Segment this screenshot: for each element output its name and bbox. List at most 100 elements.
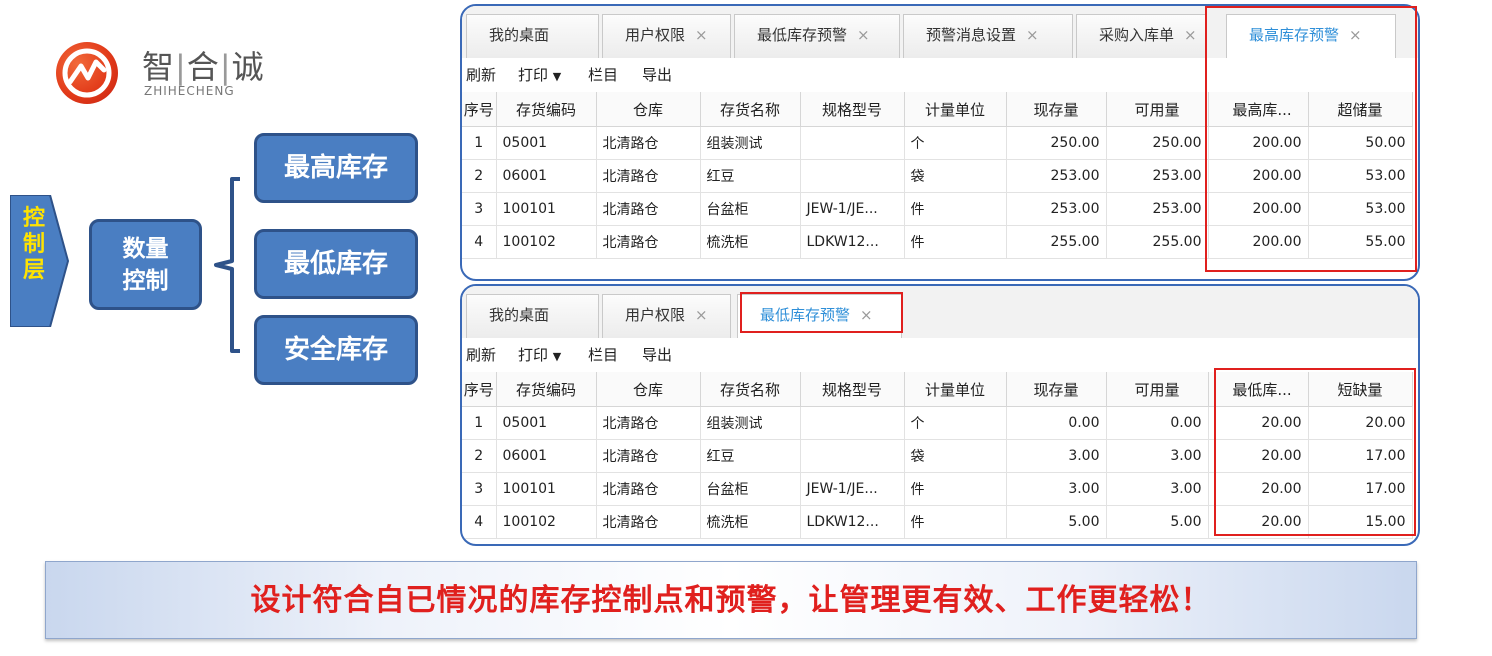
table-cell: LDKW12... bbox=[800, 505, 905, 539]
table-cell: 5.00 bbox=[1006, 505, 1107, 539]
safety-stock-box: 安全库存 bbox=[254, 315, 418, 385]
column-header[interactable]: 现存量 bbox=[1006, 92, 1107, 127]
table-cell: 255.00 bbox=[1006, 225, 1107, 259]
table-cell: 北清路仓 bbox=[596, 406, 701, 440]
table-row[interactable]: 2 06001 北清路仓 红豆 袋 253.00 253.00 200.00 5… bbox=[462, 159, 1413, 193]
table-cell: 3.00 bbox=[1006, 439, 1107, 473]
close-icon[interactable]: × bbox=[1184, 26, 1197, 44]
tab-max-stock-warning[interactable]: 最高库存预警 × bbox=[1226, 14, 1396, 58]
tab-purchase-receipt[interactable]: 采购入库单 × bbox=[1076, 14, 1206, 58]
column-header[interactable]: 存货名称 bbox=[700, 92, 801, 127]
table-cell: LDKW12... bbox=[800, 225, 905, 259]
column-header[interactable]: 存货编码 bbox=[496, 372, 597, 407]
table-cell: 2 bbox=[462, 159, 497, 193]
column-header[interactable]: 规格型号 bbox=[800, 92, 905, 127]
column-header[interactable]: 存货编码 bbox=[496, 92, 597, 127]
table-header-row: 序号 存货编码 仓库 存货名称 规格型号 计量单位 现存量 可用量 最高库...… bbox=[462, 92, 1413, 127]
columns-button[interactable]: 栏目 bbox=[588, 338, 618, 372]
table-cell: 5.00 bbox=[1106, 505, 1209, 539]
table-cell: 200.00 bbox=[1208, 126, 1309, 160]
tab-my-desktop[interactable]: 我的桌面 bbox=[466, 294, 599, 338]
column-header[interactable]: 仓库 bbox=[596, 372, 701, 407]
column-header[interactable]: 仓库 bbox=[596, 92, 701, 127]
column-header[interactable]: 现存量 bbox=[1006, 372, 1107, 407]
table-cell: 0.00 bbox=[1006, 406, 1107, 440]
column-header[interactable]: 超储量 bbox=[1308, 92, 1413, 127]
table-cell: 100102 bbox=[496, 225, 597, 259]
table-cell: 255.00 bbox=[1106, 225, 1209, 259]
table-cell: 3 bbox=[462, 192, 497, 226]
table-cell: 50.00 bbox=[1308, 126, 1413, 160]
table-row[interactable]: 3 100101 北清路仓 台盆柜 JEW-1/JE... 件 253.00 2… bbox=[462, 192, 1413, 226]
table-cell: 梳洗柜 bbox=[700, 505, 801, 539]
table-row[interactable]: 2 06001 北清路仓 红豆 袋 3.00 3.00 20.00 17.00 bbox=[462, 439, 1413, 473]
table-cell: 06001 bbox=[496, 159, 597, 193]
column-header[interactable]: 规格型号 bbox=[800, 372, 905, 407]
table-row[interactable]: 1 05001 北清路仓 组装测试 个 0.00 0.00 20.00 20.0… bbox=[462, 406, 1413, 440]
refresh-button[interactable]: 刷新 bbox=[466, 58, 496, 92]
table-cell: 05001 bbox=[496, 406, 597, 440]
table-cell: 组装测试 bbox=[700, 406, 801, 440]
tab-my-desktop[interactable]: 我的桌面 bbox=[466, 14, 599, 58]
table-cell bbox=[800, 126, 905, 160]
refresh-button[interactable]: 刷新 bbox=[466, 338, 496, 372]
close-icon[interactable]: × bbox=[1349, 26, 1362, 44]
table-cell: 100102 bbox=[496, 505, 597, 539]
table-cell: 55.00 bbox=[1308, 225, 1413, 259]
table-row[interactable]: 4 100102 北清路仓 梳洗柜 LDKW12... 件 255.00 255… bbox=[462, 225, 1413, 259]
table-cell: 件 bbox=[904, 505, 1007, 539]
columns-button[interactable]: 栏目 bbox=[588, 58, 618, 92]
print-button[interactable]: 打印 ▼ bbox=[518, 58, 561, 94]
table-cell: 0.00 bbox=[1106, 406, 1209, 440]
column-header[interactable]: 短缺量 bbox=[1308, 372, 1413, 407]
column-header[interactable]: 计量单位 bbox=[904, 372, 1007, 407]
column-header[interactable]: 序号 bbox=[462, 372, 497, 407]
close-icon[interactable]: × bbox=[695, 26, 708, 44]
table-cell: 台盆柜 bbox=[700, 472, 801, 506]
tab-user-permissions[interactable]: 用户权限 × bbox=[602, 14, 731, 58]
table-cell: 20.00 bbox=[1208, 406, 1309, 440]
chevron-down-icon: ▼ bbox=[552, 70, 562, 83]
export-button[interactable]: 导出 bbox=[642, 58, 672, 92]
column-header[interactable]: 最低库... bbox=[1208, 372, 1309, 407]
table-row[interactable]: 1 05001 北清路仓 组装测试 个 250.00 250.00 200.00… bbox=[462, 126, 1413, 160]
table-cell: 件 bbox=[904, 192, 1007, 226]
column-header[interactable]: 最高库... bbox=[1208, 92, 1309, 127]
tab-min-stock-warning[interactable]: 最低库存预警 × bbox=[734, 14, 900, 58]
close-icon[interactable]: × bbox=[695, 306, 708, 324]
table-row[interactable]: 3 100101 北清路仓 台盆柜 JEW-1/JE... 件 3.00 3.0… bbox=[462, 472, 1413, 506]
close-icon[interactable]: × bbox=[860, 306, 873, 324]
table-row[interactable]: 4 100102 北清路仓 梳洗柜 LDKW12... 件 5.00 5.00 … bbox=[462, 505, 1413, 539]
toolbar: 刷新 打印 ▼ 栏目 导出 bbox=[462, 338, 1418, 372]
table-cell: 200.00 bbox=[1208, 192, 1309, 226]
tab-user-permissions[interactable]: 用户权限 × bbox=[602, 294, 731, 338]
min-stock-table: 序号 存货编码 仓库 存货名称 规格型号 计量单位 现存量 可用量 最低库...… bbox=[462, 372, 1413, 539]
table-cell: 253.00 bbox=[1006, 159, 1107, 193]
column-header[interactable]: 可用量 bbox=[1106, 372, 1209, 407]
table-cell: 北清路仓 bbox=[596, 225, 701, 259]
column-header[interactable]: 可用量 bbox=[1106, 92, 1209, 127]
column-header[interactable]: 序号 bbox=[462, 92, 497, 127]
close-icon[interactable]: × bbox=[857, 26, 870, 44]
column-header[interactable]: 计量单位 bbox=[904, 92, 1007, 127]
table-cell: JEW-1/JE... bbox=[800, 192, 905, 226]
table-cell: 250.00 bbox=[1106, 126, 1209, 160]
tab-min-stock-warning[interactable]: 最低库存预警 × bbox=[737, 294, 902, 338]
column-header[interactable]: 存货名称 bbox=[700, 372, 801, 407]
logo-subtitle: ZHIHECHENG bbox=[144, 84, 235, 98]
table-cell: 2 bbox=[462, 439, 497, 473]
table-cell: JEW-1/JE... bbox=[800, 472, 905, 506]
tab-warning-settings[interactable]: 预警消息设置 × bbox=[903, 14, 1073, 58]
logo-name: 智|合|诚 bbox=[142, 48, 265, 86]
close-icon[interactable]: × bbox=[1026, 26, 1039, 44]
tab-bar: 我的桌面 用户权限 × 最低库存预警 × 预警消息设置 × 采购入库单 × 最高库存预警… bbox=[462, 6, 1418, 59]
table-cell: 袋 bbox=[904, 439, 1007, 473]
print-button[interactable]: 打印 ▼ bbox=[518, 338, 561, 374]
table-cell: 北清路仓 bbox=[596, 505, 701, 539]
table-cell: 250.00 bbox=[1006, 126, 1107, 160]
table-cell bbox=[800, 439, 905, 473]
table-cell: 20.00 bbox=[1208, 439, 1309, 473]
quantity-control-box: 数量 控制 bbox=[89, 219, 202, 310]
max-stock-box: 最高库存 bbox=[254, 133, 418, 203]
export-button[interactable]: 导出 bbox=[642, 338, 672, 372]
